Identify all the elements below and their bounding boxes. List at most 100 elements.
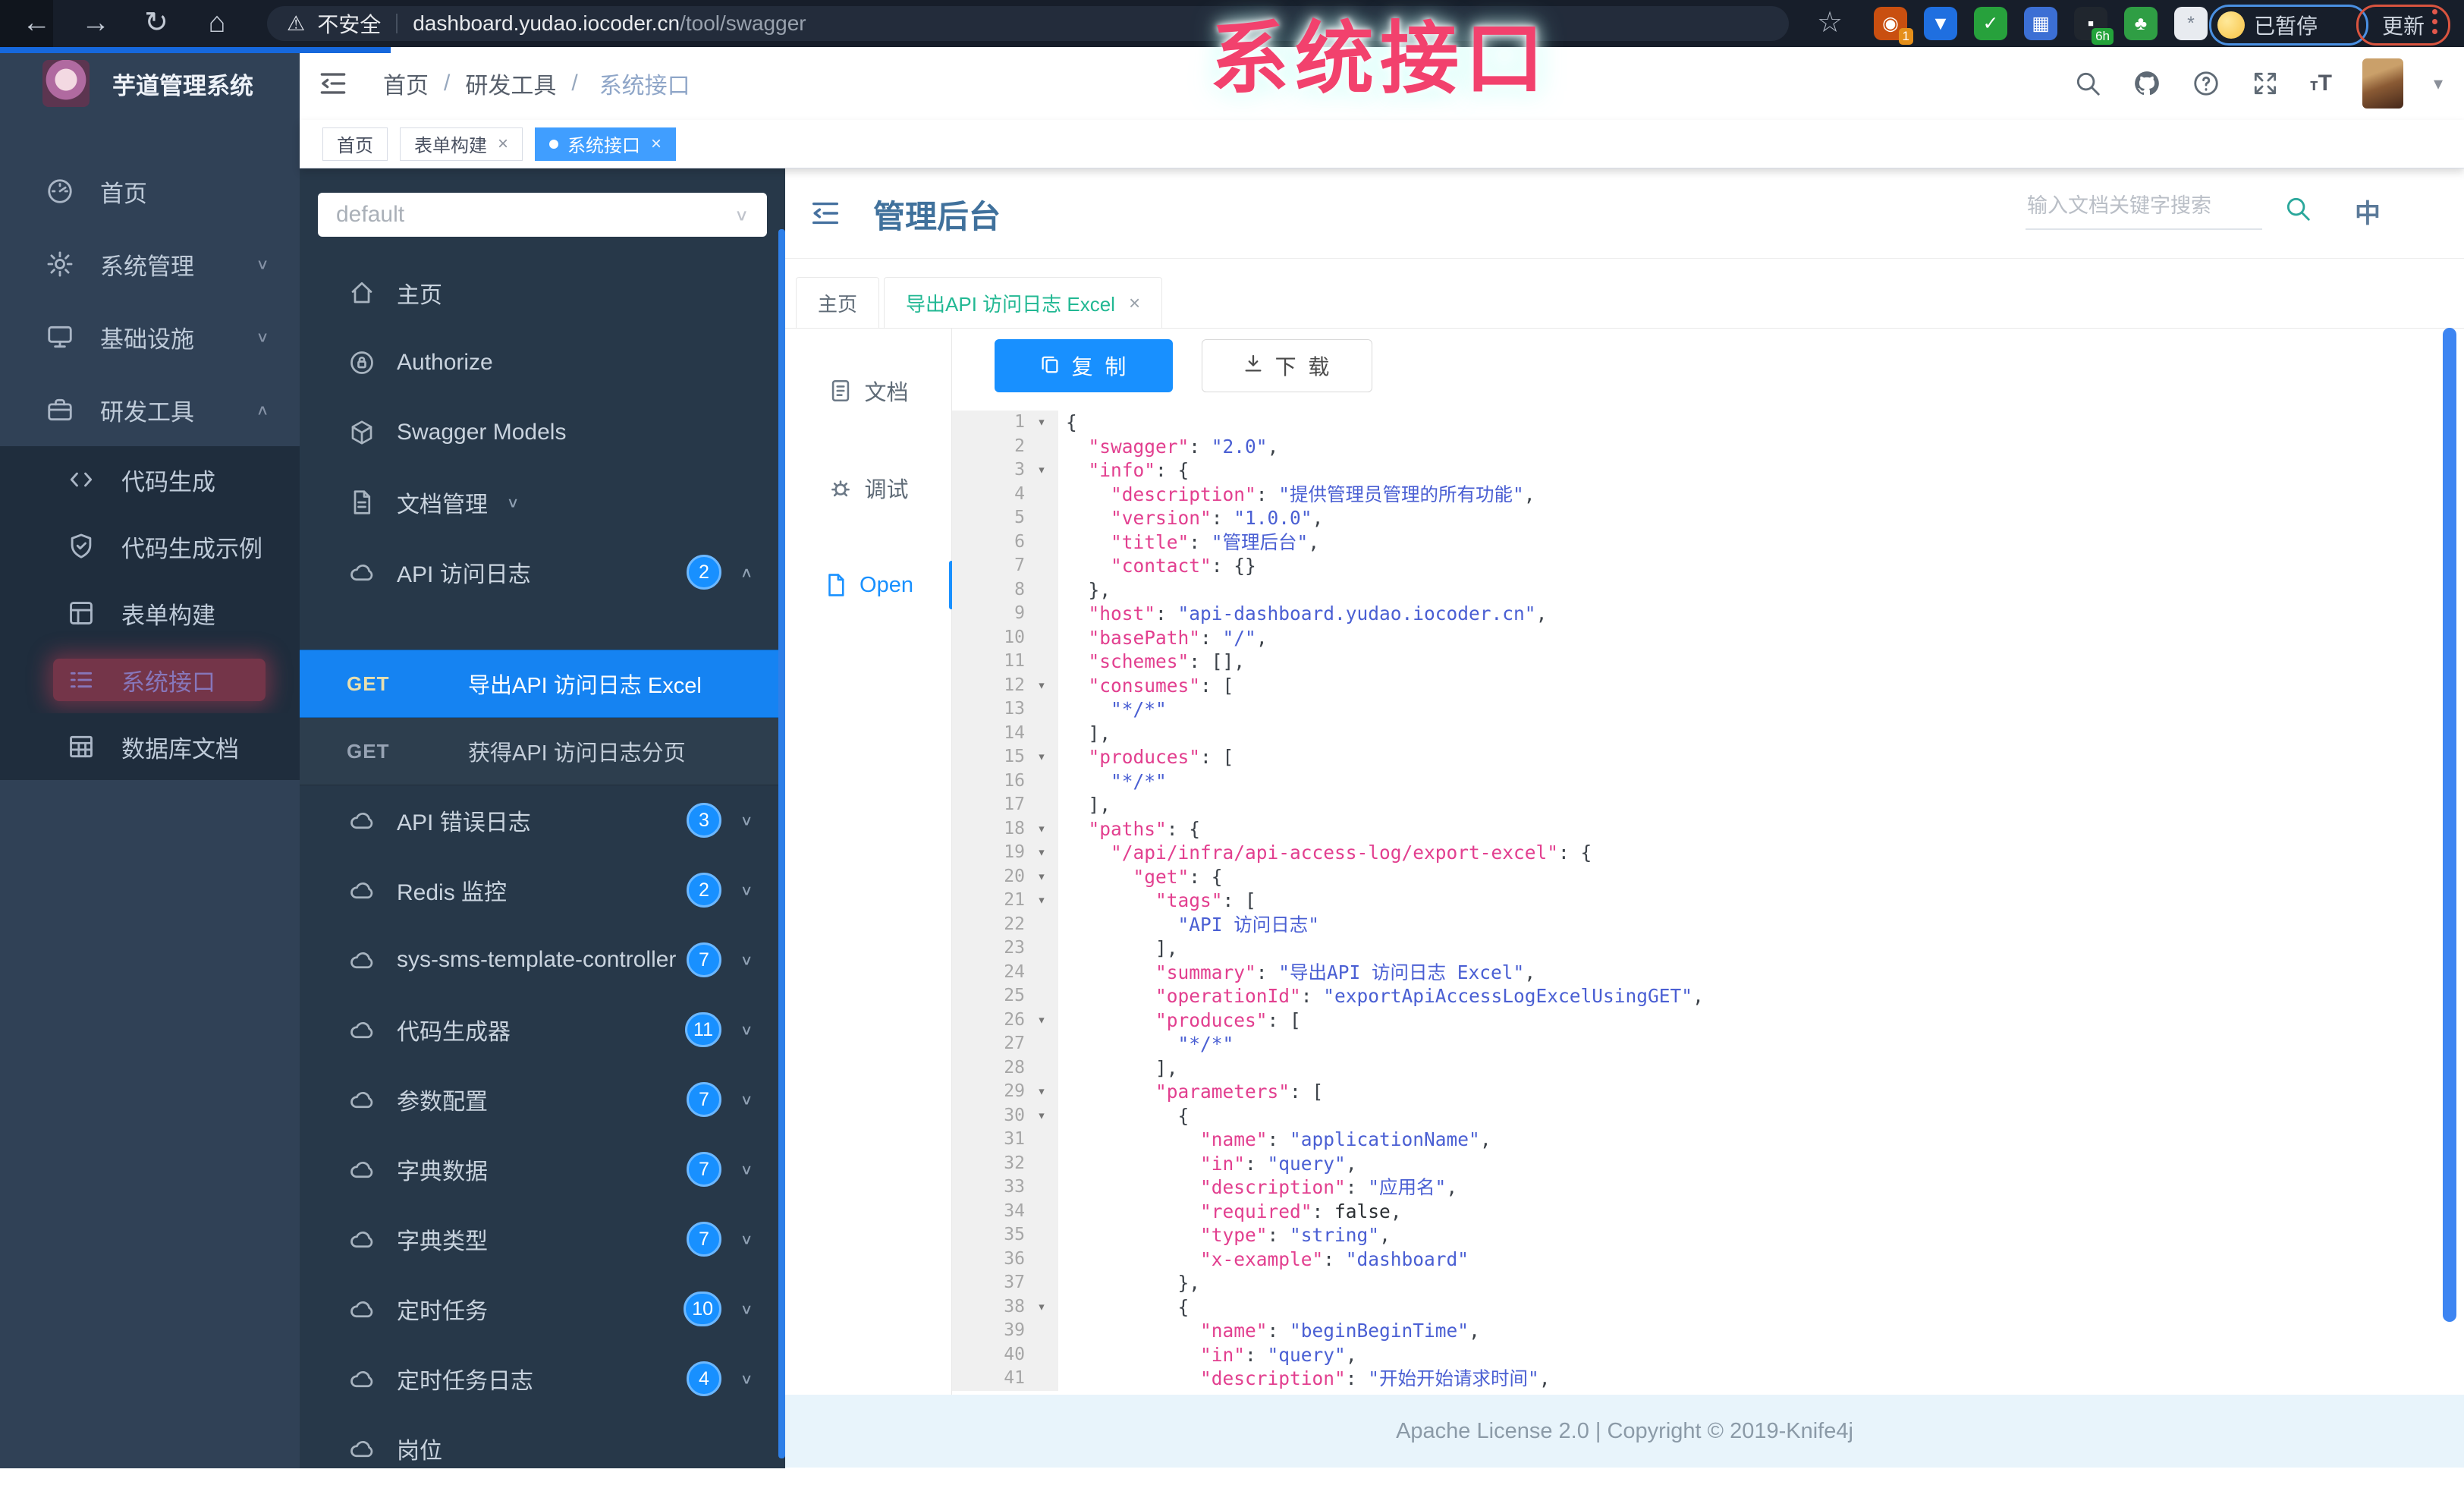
doc-collapse-icon[interactable] <box>808 196 843 231</box>
swagger-menu-item-swagger-models[interactable]: Swagger Models <box>300 398 785 467</box>
fold-icon[interactable]: ▾ <box>1025 817 1058 842</box>
api-group-select[interactable]: default ∨ <box>318 193 767 237</box>
breadcrumb-item[interactable]: 研发工具 <box>465 67 556 100</box>
avatar[interactable] <box>2362 58 2403 109</box>
swagger-menu-item-dict-data[interactable]: 字典数据 7 ∨ <box>300 1134 785 1204</box>
chevron-up-icon[interactable]: ∧ <box>735 564 758 580</box>
subnav-item-debug[interactable]: 调试 <box>785 439 951 536</box>
fold-icon[interactable]: ▾ <box>1025 1080 1058 1104</box>
chevron-down-icon[interactable]: ▾ <box>2434 73 2443 95</box>
fold-icon[interactable]: ▾ <box>1025 745 1058 769</box>
app-logo[interactable]: 芋道管理系统 <box>0 47 300 120</box>
sidebar-item-form-builder[interactable]: 表单构建 <box>0 580 300 647</box>
doc-search-icon[interactable] <box>2283 194 2312 223</box>
fold-icon[interactable]: ▾ <box>1025 841 1058 865</box>
sidebar-item-infra[interactable]: 基础设施 ∨ <box>0 300 300 373</box>
doc-tab-home[interactable]: 主页 <box>796 277 880 328</box>
doc-tab-export-excel[interactable]: 导出API 访问日志 Excel × <box>884 277 1163 328</box>
browser-reload-icon[interactable]: ↻ <box>134 0 179 47</box>
paused-extension-button[interactable]: 已暂停 <box>2209 5 2368 46</box>
fold-icon[interactable]: ▾ <box>1025 674 1058 698</box>
swagger-menu-item-param-config[interactable]: 参数配置 7 ∨ <box>300 1065 785 1134</box>
swagger-menu-item-code-generator[interactable]: 代码生成器 11 ∨ <box>300 995 785 1065</box>
swagger-menu-item-authorize[interactable]: Authorize <box>300 328 785 398</box>
swagger-menu-item-api-access-log[interactable]: API 访问日志 2 ∧ <box>300 537 785 607</box>
chevron-down-icon[interactable]: ∨ <box>735 1231 758 1247</box>
sidebar-item-home[interactable]: 首页 <box>0 155 300 228</box>
code-editor[interactable]: 1 ▾{2 "swagger": "2.0", 3 ▾ "info": {4 "des… <box>952 411 2464 1391</box>
close-icon[interactable]: × <box>1129 291 1140 315</box>
ext-star-light-icon[interactable]: * <box>2174 7 2208 40</box>
api-item-export-excel[interactable]: GET 导出API 访问日志 Excel <box>300 650 785 718</box>
ext-grid-blue-icon[interactable]: ▦ <box>2024 7 2057 40</box>
swagger-menu-item-home[interactable]: 主页 <box>300 258 785 328</box>
sidebar-item-db-doc[interactable]: 数据库文档 <box>0 713 300 780</box>
fold-icon[interactable]: ▾ <box>1025 1295 1058 1320</box>
chevron-down-icon[interactable]: ∨ <box>735 1161 758 1178</box>
help-icon[interactable] <box>2192 69 2220 98</box>
ext-pin-blue-icon[interactable]: ▼ <box>1924 7 1957 40</box>
chevron-down-icon[interactable]: ∨ <box>735 1301 758 1317</box>
close-icon[interactable]: × <box>651 134 662 155</box>
browser-forward-icon[interactable]: → <box>73 0 118 47</box>
fullscreen-icon[interactable] <box>2251 69 2280 98</box>
swagger-menu-item-redis-monitor[interactable]: Redis 监控 2 ∨ <box>300 855 785 925</box>
chevron-down-icon: ∨ <box>256 329 269 345</box>
ext-circle-orange-icon[interactable]: ◉ 1 <box>1874 7 1913 45</box>
bookmark-star-icon[interactable]: ☆ <box>1817 0 1843 47</box>
language-toggle-icon[interactable]: 中 <box>2355 193 2381 230</box>
doc-search-input[interactable] <box>2026 194 2262 230</box>
swagger-menu-item-job-log[interactable]: 定时任务日志 4 ∨ <box>300 1344 785 1414</box>
code-text: "get": { <box>1133 865 1223 888</box>
chevron-down-icon[interactable]: ∨ <box>501 494 524 511</box>
swagger-menu-item-doc-manage[interactable]: 文档管理 ∨ <box>300 467 785 537</box>
swagger-menu-item-post[interactable]: 岗位 <box>300 1414 785 1468</box>
sidebar-item-codegen-demo[interactable]: 代码生成示例 <box>0 513 300 580</box>
chevron-down-icon[interactable]: ∨ <box>735 952 758 968</box>
sidebar-item-codegen[interactable]: 代码生成 <box>0 446 300 513</box>
fold-icon[interactable]: ▾ <box>1025 1104 1058 1128</box>
fold-icon[interactable]: ▾ <box>1025 458 1058 483</box>
fold-icon[interactable]: ▾ <box>1025 1008 1058 1033</box>
fold-icon[interactable]: ▾ <box>1025 865 1058 889</box>
close-icon[interactable]: × <box>498 134 508 155</box>
sidebar-collapse-icon[interactable] <box>316 67 350 100</box>
breadcrumb-item[interactable]: 首页 <box>383 67 429 100</box>
font-size-icon[interactable]: тT <box>2310 71 2332 96</box>
fold-icon[interactable]: ▾ <box>1025 411 1058 435</box>
ext-leaf-green-icon[interactable]: ♣ <box>2124 7 2158 40</box>
code-text: ], <box>1066 1056 1178 1079</box>
sidebar-item-system[interactable]: 系统管理 ∨ <box>0 228 300 300</box>
chevron-down-icon[interactable]: ∨ <box>735 812 758 829</box>
swagger-menu-item-sms-template[interactable]: sys-sms-template-controller 7 ∨ <box>300 925 785 995</box>
page-scrollbar[interactable] <box>2443 328 2456 1322</box>
browser-menu-icon[interactable] <box>2432 9 2437 34</box>
address-bar[interactable]: ⚠ 不安全 dashboard.yudao.iocoder.cn/tool/sw… <box>267 6 1789 41</box>
browser-home-icon[interactable]: ⌂ <box>194 0 240 47</box>
sidebar-item-devtools[interactable]: 研发工具 ∧ <box>0 373 300 446</box>
ext-check-green-icon[interactable]: ✓ <box>1974 7 2007 40</box>
subnav-item-document[interactable]: 文档 <box>785 342 951 439</box>
download-button[interactable]: 下 载 <box>1202 339 1372 392</box>
subnav-item-open[interactable]: Open <box>785 536 954 634</box>
chevron-down-icon[interactable]: ∨ <box>735 882 758 898</box>
swagger-menu-item-dict-type[interactable]: 字典类型 7 ∨ <box>300 1204 785 1274</box>
browser-back-icon[interactable]: ← <box>14 0 59 47</box>
tag-tab-form-builder[interactable]: 表单构建 × <box>400 127 523 161</box>
chevron-down-icon[interactable]: ∨ <box>735 1021 758 1038</box>
tag-tab-home[interactable]: 首页 <box>322 127 388 161</box>
swagger-menu-item-api-error-log[interactable]: API 错误日志 3 ∨ <box>300 785 785 855</box>
swagger-menu-item-job[interactable]: 定时任务 10 ∨ <box>300 1274 785 1344</box>
github-icon[interactable] <box>2132 69 2161 98</box>
chevron-down-icon[interactable]: ∨ <box>735 1370 758 1387</box>
swagger-panel-scrollbar[interactable] <box>778 229 785 1458</box>
search-icon[interactable] <box>2073 69 2102 98</box>
sidebar-item-system-api[interactable]: 系统接口 <box>0 647 300 713</box>
tag-tab-system-api[interactable]: 系统接口 × <box>535 127 677 161</box>
api-item-access-log-page[interactable]: GET 获得API 访问日志分页 <box>300 718 785 785</box>
line-number: 10 <box>1004 627 1025 647</box>
copy-button[interactable]: 复 制 <box>995 339 1173 392</box>
chevron-down-icon[interactable]: ∨ <box>735 1091 758 1108</box>
fold-icon[interactable]: ▾ <box>1025 889 1058 913</box>
ext-timer-dark-icon[interactable]: ▪ 6h <box>2074 7 2114 45</box>
